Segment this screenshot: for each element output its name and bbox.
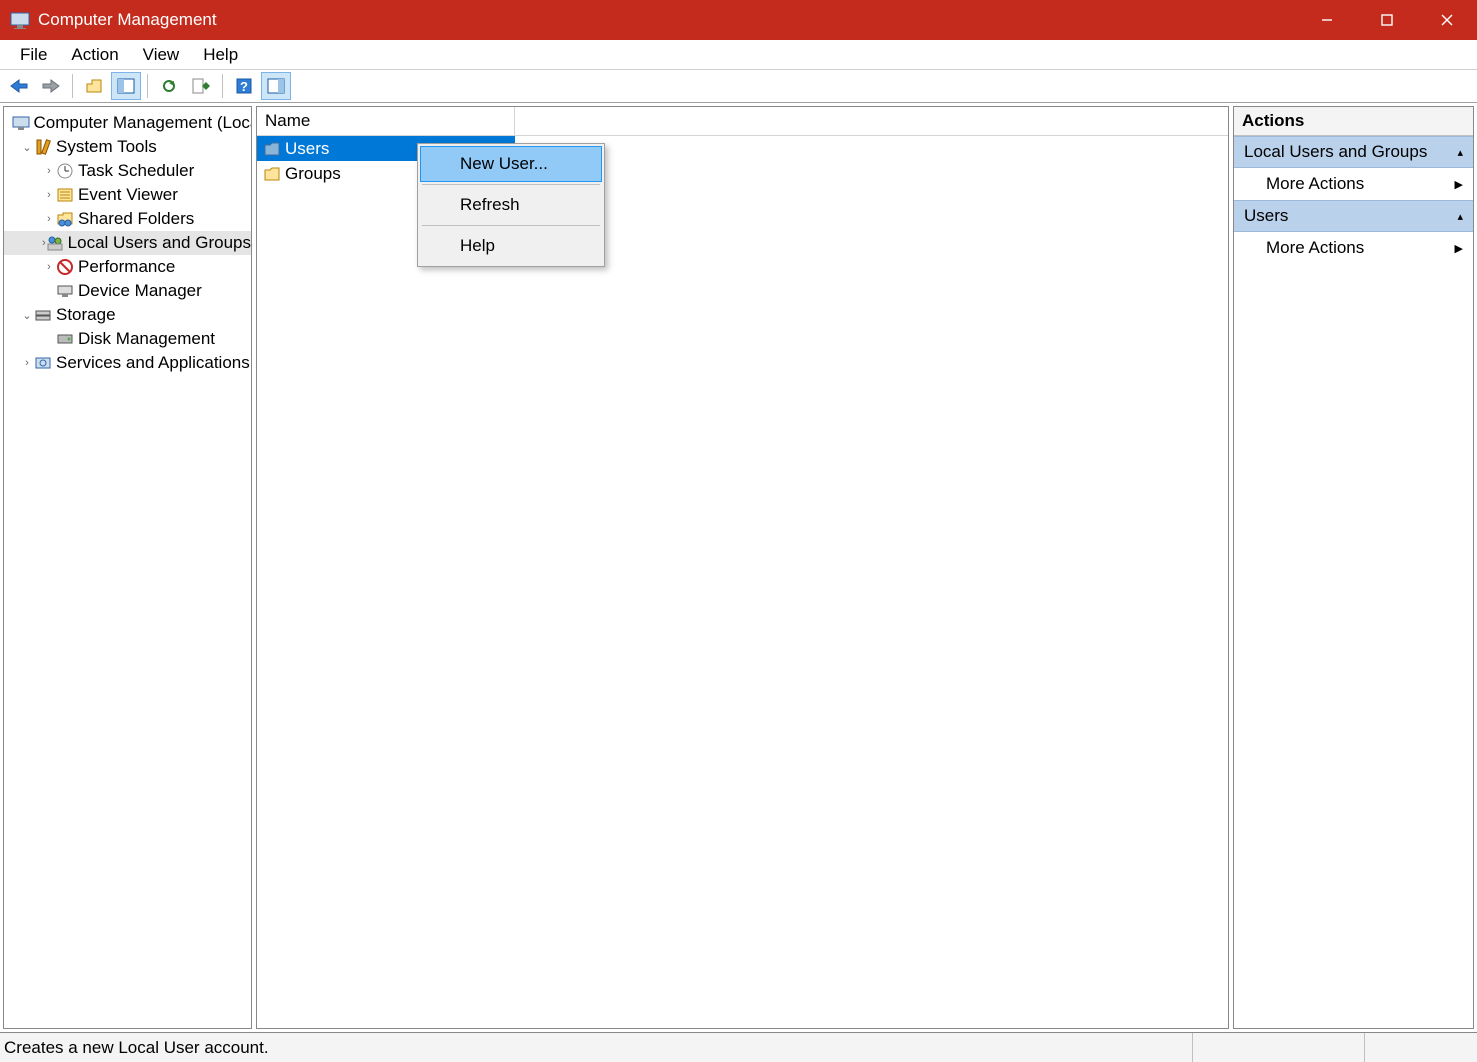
tree-node-storage[interactable]: ⌄ Storage: [4, 303, 251, 327]
list-cell: Users: [285, 139, 329, 159]
context-menu-refresh[interactable]: Refresh: [420, 187, 602, 223]
folder-icon: [263, 165, 281, 183]
toolbar-separator: [222, 74, 223, 98]
context-menu: New User... Refresh Help: [417, 143, 605, 267]
tree-node-local-users-groups[interactable]: › Local Users and Groups: [4, 231, 251, 255]
toolbar-separator: [72, 74, 73, 98]
maximize-button[interactable]: [1357, 0, 1417, 40]
tree-node-task-scheduler[interactable]: › Task Scheduler: [4, 159, 251, 183]
column-header-name[interactable]: Name: [257, 107, 515, 135]
tree-node-root[interactable]: ▸ Computer Management (Local): [4, 111, 251, 135]
minimize-button[interactable]: [1297, 0, 1357, 40]
actions-section-label: Users: [1244, 206, 1288, 226]
status-bar: Creates a new Local User account.: [0, 1032, 1477, 1062]
status-text: Creates a new Local User account.: [4, 1038, 1192, 1058]
system-tools-icon: [34, 138, 52, 156]
task-scheduler-icon: [56, 162, 74, 180]
tree-node-device-manager[interactable]: › Device Manager: [4, 279, 251, 303]
storage-icon: [34, 306, 52, 324]
actions-section-users[interactable]: Users ▴: [1234, 200, 1473, 232]
device-manager-icon: [56, 282, 74, 300]
context-menu-new-user[interactable]: New User...: [420, 146, 602, 182]
tree-node-event-viewer[interactable]: › Event Viewer: [4, 183, 251, 207]
toolbar-show-hide-tree-button[interactable]: [111, 72, 141, 100]
close-button[interactable]: [1417, 0, 1477, 40]
tree-node-services-apps[interactable]: › Services and Applications: [4, 351, 251, 375]
tree-node-shared-folders[interactable]: › Shared Folders: [4, 207, 251, 231]
list-row-groups[interactable]: Groups: [257, 161, 1228, 186]
toolbar-up-button[interactable]: [79, 72, 109, 100]
toolbar-separator: [147, 74, 148, 98]
actions-section-label: Local Users and Groups: [1244, 142, 1427, 162]
list-cell: Groups: [285, 164, 341, 184]
actions-item-label: More Actions: [1266, 174, 1364, 194]
tree-label: Performance: [78, 257, 175, 277]
toolbar-forward-button[interactable]: [36, 72, 66, 100]
local-users-groups-icon: [46, 234, 64, 252]
computer-management-icon: [12, 114, 30, 132]
performance-icon: [56, 258, 74, 276]
workspace: ▸ Computer Management (Local) ⌄ System T…: [0, 103, 1477, 1032]
status-cell: [1364, 1033, 1477, 1062]
context-menu-help[interactable]: Help: [420, 228, 602, 264]
actions-more-actions-2[interactable]: More Actions: [1234, 232, 1473, 264]
tree-label: Storage: [56, 305, 116, 325]
tree-label: Local Users and Groups: [68, 233, 251, 253]
disk-management-icon: [56, 330, 74, 348]
tree-node-disk-management[interactable]: › Disk Management: [4, 327, 251, 351]
tree-label: Computer Management (Local): [34, 113, 252, 133]
shared-folders-icon: [56, 210, 74, 228]
tree-node-performance[interactable]: › Performance: [4, 255, 251, 279]
menu-bar: File Action View Help: [0, 40, 1477, 70]
status-cell: [1192, 1033, 1364, 1062]
tree-label: Services and Applications: [56, 353, 250, 373]
actions-title: Actions: [1234, 107, 1473, 136]
services-apps-icon: [34, 354, 52, 372]
tree-label: Disk Management: [78, 329, 215, 349]
tree-panel[interactable]: ▸ Computer Management (Local) ⌄ System T…: [3, 106, 252, 1029]
svg-text:?: ?: [240, 79, 248, 94]
list-panel[interactable]: Name Users Groups New User... Refresh He…: [256, 106, 1229, 1029]
menu-view[interactable]: View: [131, 41, 192, 69]
toolbar: ?: [0, 70, 1477, 103]
tree-label: Shared Folders: [78, 209, 194, 229]
tree-label: Device Manager: [78, 281, 202, 301]
toolbar-show-hide-action-pane-button[interactable]: [261, 72, 291, 100]
context-menu-separator: [422, 184, 600, 185]
toolbar-help-button[interactable]: ?: [229, 72, 259, 100]
event-viewer-icon: [56, 186, 74, 204]
menu-help[interactable]: Help: [191, 41, 250, 69]
context-menu-separator: [422, 225, 600, 226]
menu-file[interactable]: File: [8, 41, 59, 69]
list-header: Name: [257, 107, 1228, 136]
folder-icon: [263, 140, 281, 158]
toolbar-back-button[interactable]: [4, 72, 34, 100]
actions-section-local-users-groups[interactable]: Local Users and Groups ▴: [1234, 136, 1473, 168]
tree-node-system-tools[interactable]: ⌄ System Tools: [4, 135, 251, 159]
menu-action[interactable]: Action: [59, 41, 130, 69]
actions-more-actions-1[interactable]: More Actions: [1234, 168, 1473, 200]
app-icon: [10, 10, 30, 30]
actions-panel: Actions Local Users and Groups ▴ More Ac…: [1233, 106, 1474, 1029]
tree-label: Event Viewer: [78, 185, 178, 205]
window-title: Computer Management: [38, 10, 1297, 30]
collapse-icon: ▴: [1457, 146, 1463, 159]
title-bar: Computer Management: [0, 0, 1477, 40]
toolbar-export-button[interactable]: [186, 72, 216, 100]
tree-label: Task Scheduler: [78, 161, 194, 181]
collapse-icon: ▴: [1457, 210, 1463, 223]
toolbar-refresh-button[interactable]: [154, 72, 184, 100]
actions-item-label: More Actions: [1266, 238, 1364, 258]
tree-label: System Tools: [56, 137, 157, 157]
